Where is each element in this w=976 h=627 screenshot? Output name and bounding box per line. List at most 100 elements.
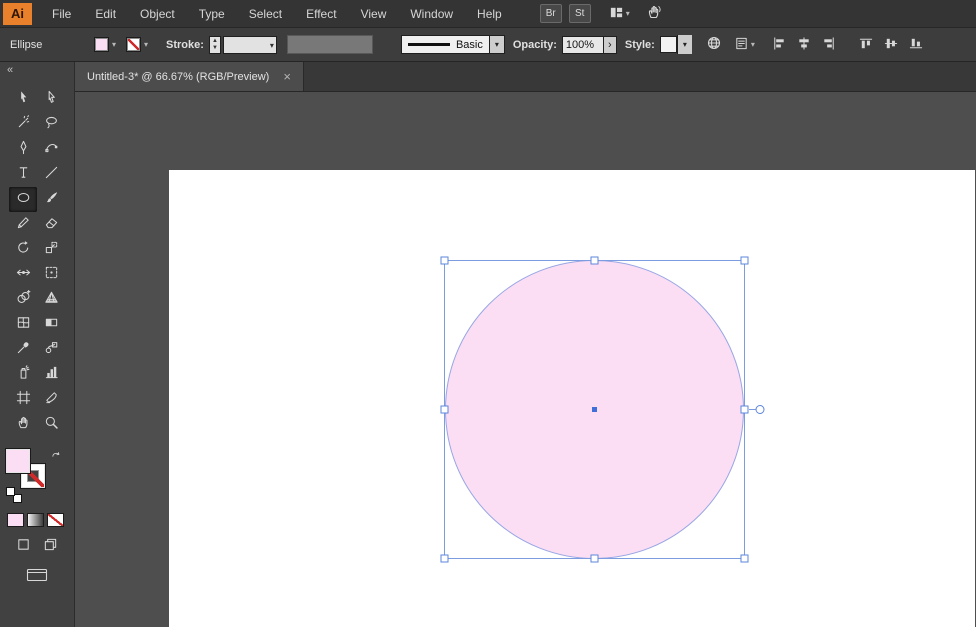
selection-tool[interactable] (9, 87, 37, 112)
free-transform-icon (44, 265, 59, 285)
touch-workspace-button[interactable] (646, 4, 662, 23)
scale-icon (44, 240, 59, 260)
menu-window[interactable]: Window (398, 0, 465, 27)
pencil-tool[interactable] (9, 212, 37, 237)
menu-help[interactable]: Help (465, 0, 514, 27)
magic-wand-tool[interactable] (9, 112, 37, 137)
scale-tool[interactable] (37, 237, 65, 262)
line-segment-tool[interactable] (37, 162, 65, 187)
draw-behind-icon[interactable] (43, 537, 58, 557)
slice-tool[interactable] (37, 387, 65, 412)
pen-tool[interactable] (9, 137, 37, 162)
type-tool[interactable] (9, 162, 37, 187)
hand-tool[interactable] (9, 412, 37, 437)
fill-color-swatch[interactable] (94, 37, 109, 52)
zoom-tool[interactable] (37, 412, 65, 437)
width-tool[interactable] (9, 262, 37, 287)
eyedropper-tool[interactable] (9, 337, 37, 362)
gradient-button[interactable] (27, 513, 44, 527)
paintbrush-tool[interactable] (37, 187, 65, 212)
selection-handle[interactable] (441, 555, 448, 562)
default-fill-stroke-icon[interactable] (6, 487, 22, 503)
chevron-down-icon[interactable]: ▾ (144, 41, 148, 49)
width-icon (16, 265, 31, 285)
brush-definition-dropdown[interactable]: Basic ▾ (401, 35, 505, 54)
menu-object[interactable]: Object (128, 0, 187, 27)
document-tab[interactable]: Untitled-3* @ 66.67% (RGB/Preview) × (75, 62, 304, 91)
center-point[interactable] (592, 407, 597, 412)
quick-button-br[interactable]: Br (540, 4, 562, 23)
tools-grid (9, 87, 65, 437)
align-left-button[interactable] (771, 36, 787, 54)
curvature-tool[interactable] (37, 137, 65, 162)
selection-handle[interactable] (741, 406, 748, 413)
shape-builder-tool[interactable] (9, 287, 37, 312)
menu-file[interactable]: File (40, 0, 83, 27)
none-button[interactable] (47, 513, 64, 527)
stroke-weight-combo[interactable]: ▾ (223, 36, 277, 54)
menu-type[interactable]: Type (187, 0, 237, 27)
document-setup-button[interactable]: ▾ (734, 36, 755, 54)
fill-swatch[interactable] (6, 449, 30, 473)
selection-handle[interactable] (741, 555, 748, 562)
menubar: Ai FileEditObjectTypeSelectEffectViewWin… (0, 0, 976, 28)
perspective-grid-tool[interactable] (37, 287, 65, 312)
menu-effect[interactable]: Effect (294, 0, 348, 27)
gradient-tool[interactable] (37, 312, 65, 337)
stroke-weight-stepper[interactable]: ▲▼ (209, 36, 221, 54)
selection-handle[interactable] (591, 555, 598, 562)
hand-swirl-icon (646, 4, 662, 23)
collapse-panel-button[interactable]: « (0, 62, 20, 79)
fill-color-control[interactable]: ▾ (94, 37, 116, 52)
swap-fill-stroke-icon[interactable] (51, 449, 64, 462)
ellipse-tool[interactable] (9, 187, 37, 212)
selection-handle[interactable] (441, 257, 448, 264)
rotate-tool[interactable] (9, 237, 37, 262)
recolor-artwork-button[interactable] (706, 35, 722, 54)
mesh-tool[interactable] (9, 312, 37, 337)
selection-handle[interactable] (741, 257, 748, 264)
opacity-input[interactable] (562, 36, 604, 54)
chevron-down-icon: ▾ (626, 10, 630, 18)
side-widget-handle[interactable] (756, 406, 764, 414)
align-top-button[interactable] (858, 36, 874, 54)
menu-select[interactable]: Select (237, 0, 294, 27)
align-bottom-button[interactable] (908, 36, 924, 54)
stroke-color-control[interactable]: ▾ (126, 37, 148, 52)
align-middle-v-button[interactable] (883, 36, 899, 54)
selection-handle[interactable] (441, 406, 448, 413)
drawing-mode-buttons (16, 537, 58, 557)
graphic-style-swatch[interactable] (660, 36, 677, 53)
canvas-area[interactable] (75, 92, 976, 627)
artboard-tool[interactable] (9, 387, 37, 412)
stroke-color-swatch[interactable] (126, 37, 141, 52)
chevron-down-icon[interactable]: ▾ (112, 41, 116, 49)
symbol-sprayer-tool[interactable] (9, 362, 37, 387)
app-logo[interactable]: Ai (3, 3, 32, 25)
eraser-tool[interactable] (37, 212, 65, 237)
selection-handle[interactable] (591, 257, 598, 264)
color-button[interactable] (7, 513, 24, 527)
stepper-up-icon[interactable]: ▲ (212, 38, 218, 45)
stepper-down-icon[interactable]: ▼ (212, 45, 218, 52)
graphic-style-dropdown[interactable]: ▾ (660, 35, 692, 54)
screen-mode-button[interactable] (26, 567, 48, 588)
quick-button-st[interactable]: St (569, 4, 591, 23)
draw-normal-icon[interactable] (16, 537, 31, 557)
chevron-down-icon[interactable]: ▾ (677, 35, 692, 54)
align-center-h-button[interactable] (796, 36, 812, 54)
document-area: Untitled-3* @ 66.67% (RGB/Preview) × (75, 62, 976, 627)
opacity-dropdown-arrow[interactable]: › (604, 36, 617, 54)
direct-selection-tool[interactable] (37, 87, 65, 112)
chevron-down-icon[interactable]: ▾ (489, 36, 504, 53)
menu-edit[interactable]: Edit (83, 0, 128, 27)
align-right-button[interactable] (821, 36, 837, 54)
chevron-down-icon[interactable]: ▾ (270, 41, 274, 50)
free-transform-tool[interactable] (37, 262, 65, 287)
menu-view[interactable]: View (349, 0, 399, 27)
blend-tool[interactable] (37, 337, 65, 362)
lasso-tool[interactable] (37, 112, 65, 137)
column-graph-tool[interactable] (37, 362, 65, 387)
arrange-documents-button[interactable]: ▾ (609, 5, 630, 23)
close-tab-icon[interactable]: × (283, 70, 291, 83)
